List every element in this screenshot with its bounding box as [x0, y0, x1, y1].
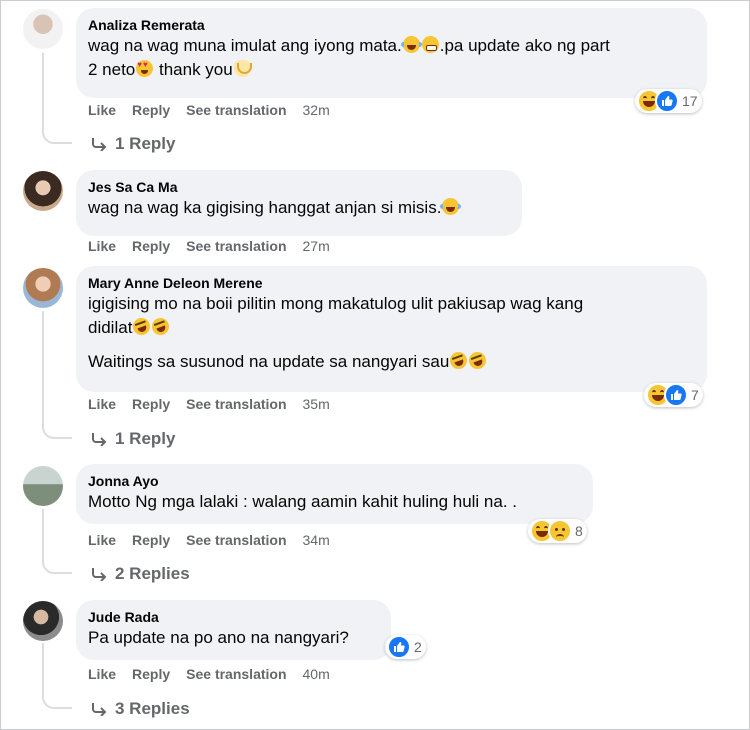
see-translation-button[interactable]: See translation: [186, 396, 286, 412]
comment-text: Motto Ng mga lalaki : walang aamin kahit…: [88, 492, 518, 511]
reply-arrow-icon: [92, 138, 107, 151]
see-translation-button[interactable]: See translation: [186, 102, 286, 118]
reaction-count: 7: [691, 387, 699, 403]
comment-text-segment: Waitings sa susunod na update sa nangyar…: [88, 352, 450, 371]
thread-line: [42, 643, 44, 693]
laughing-tears-emoji-icon: [400, 36, 422, 53]
thread-line: [42, 509, 44, 558]
comment-actions: Like Reply See translation 34m: [88, 532, 330, 548]
comment-text-segment: wag na wag muna imulat ang iyong mata.: [88, 36, 402, 55]
avatar[interactable]: [23, 601, 63, 641]
avatar[interactable]: [23, 171, 63, 211]
reaction-summary[interactable]: 8: [528, 519, 587, 543]
thread-connector: [42, 423, 72, 439]
comment-text-segment: .pa update ako ng part: [439, 36, 610, 55]
comment-text-segment: thank you: [154, 60, 233, 79]
comment-actions: Like Reply See translation 32m: [88, 102, 330, 118]
heart-eyes-emoji-icon: [136, 60, 154, 77]
rofl-emoji-icon: [447, 349, 470, 372]
view-replies-button[interactable]: 3 Replies: [91, 699, 190, 719]
reaction-count: 17: [682, 93, 698, 109]
thread-connector: [42, 558, 72, 574]
timestamp[interactable]: 35m: [303, 396, 330, 412]
avatar[interactable]: [23, 268, 63, 308]
replies-label: 3 Replies: [115, 699, 190, 718]
timestamp[interactable]: 32m: [303, 102, 330, 118]
rofl-emoji-icon: [131, 315, 153, 338]
like-button[interactable]: Like: [88, 532, 116, 548]
reply-arrow-icon: [92, 568, 107, 581]
view-replies-button[interactable]: 2 Replies: [91, 564, 190, 584]
like-button[interactable]: Like: [88, 396, 116, 412]
thread-line: [42, 311, 44, 423]
heart-hands-emoji-icon: [233, 60, 252, 77]
replies-label: 1 Reply: [115, 134, 176, 153]
comment-bubble: Jonna Ayo Motto Ng mga lalaki : walang a…: [76, 464, 593, 524]
comment-text: Pa update na po ano na nangyari?: [88, 628, 349, 647]
comment-text-segment: didilat: [88, 318, 133, 337]
timestamp[interactable]: 34m: [303, 532, 330, 548]
see-translation-button[interactable]: See translation: [186, 532, 286, 548]
view-replies-button[interactable]: 1 Reply: [91, 134, 175, 154]
reaction-summary[interactable]: 7: [644, 383, 703, 407]
comment-actions: Like Reply See translation 27m: [88, 238, 330, 254]
like-reaction-icon: [664, 383, 688, 407]
comments-panel: Analiza Remerata wag na wag muna imulat …: [0, 0, 750, 730]
like-button[interactable]: Like: [88, 102, 116, 118]
see-translation-button[interactable]: See translation: [186, 666, 286, 682]
reaction-summary[interactable]: 2: [385, 635, 426, 659]
laughing-tears-emoji-icon: [440, 198, 462, 215]
comment-text: wag na wag muna imulat ang iyong mata. .p…: [88, 34, 695, 82]
reaction-count: 2: [414, 639, 422, 655]
comment-text: wag na wag ka gigising hanggat anjan si …: [88, 196, 510, 220]
rofl-emoji-icon: [150, 315, 172, 338]
thread-connector: [42, 693, 72, 709]
comment-bubble: Mary Anne Deleon Merene igigising mo na …: [76, 266, 707, 392]
like-button[interactable]: Like: [88, 238, 116, 254]
see-translation-button[interactable]: See translation: [186, 238, 286, 254]
comment-text-line: igigising mo na boii pilitin mong makatu…: [88, 294, 584, 313]
reply-button[interactable]: Reply: [132, 396, 170, 412]
reply-button[interactable]: Reply: [132, 666, 170, 682]
view-replies-button[interactable]: 1 Reply: [91, 429, 175, 449]
reply-arrow-icon: [92, 433, 107, 446]
like-reaction-icon: [655, 89, 679, 113]
reaction-count: 8: [575, 523, 583, 539]
avatar[interactable]: [23, 466, 63, 506]
comment-text-segment: wag na wag ka gigising hanggat anjan si …: [88, 198, 442, 217]
timestamp[interactable]: 27m: [303, 238, 330, 254]
comment-text-segment: 2 neto: [88, 60, 136, 79]
comment-author[interactable]: Jude Rada: [88, 608, 379, 626]
comment-author[interactable]: Analiza Remerata: [88, 16, 695, 34]
reply-arrow-icon: [92, 703, 107, 716]
reaction-summary[interactable]: 17: [635, 89, 702, 113]
like-button[interactable]: Like: [88, 666, 116, 682]
comment-bubble: Analiza Remerata wag na wag muna imulat …: [76, 8, 707, 98]
comment-bubble: Jes Sa Ca Ma wag na wag ka gigising hang…: [76, 170, 522, 236]
thread-connector: [42, 128, 72, 144]
avatar[interactable]: [23, 9, 63, 49]
comment-actions: Like Reply See translation 40m: [88, 666, 330, 682]
comment-actions: Like Reply See translation 35m: [88, 396, 330, 412]
rofl-emoji-icon: [466, 349, 489, 372]
grimace-emoji-icon: [421, 36, 439, 53]
sad-reaction-icon: [548, 519, 572, 543]
comment-bubble: Jude Rada Pa update na po ano na nangyar…: [76, 600, 391, 660]
like-reaction-icon: [387, 635, 411, 659]
reply-button[interactable]: Reply: [132, 532, 170, 548]
reply-button[interactable]: Reply: [132, 238, 170, 254]
comment-author[interactable]: Mary Anne Deleon Merene: [88, 274, 695, 292]
reply-button[interactable]: Reply: [132, 102, 170, 118]
comment-author[interactable]: Jonna Ayo: [88, 472, 581, 490]
comment-author[interactable]: Jes Sa Ca Ma: [88, 178, 510, 196]
timestamp[interactable]: 40m: [303, 666, 330, 682]
replies-label: 1 Reply: [115, 429, 176, 448]
thread-line: [42, 53, 44, 128]
replies-label: 2 Replies: [115, 564, 190, 583]
comment-text: igigising mo na boii pilitin mong makatu…: [88, 292, 695, 374]
